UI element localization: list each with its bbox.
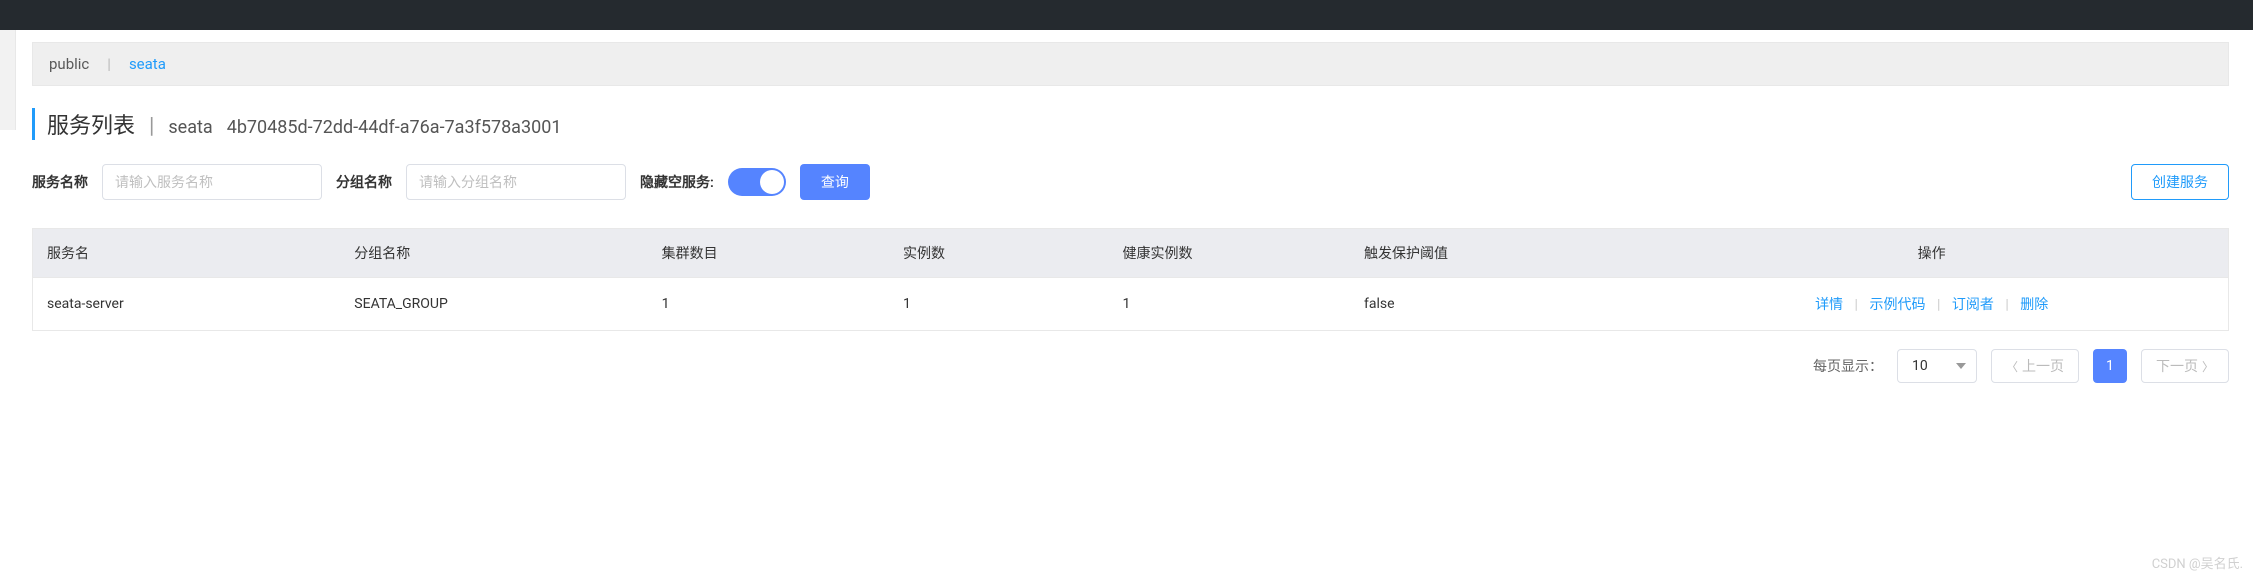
cell-group-name: SEATA_GROUP xyxy=(340,278,647,331)
col-operations: 操作 xyxy=(1635,229,2228,278)
namespace-id: 4b70485d-72dd-44df-a76a-7a3f578a3001 xyxy=(227,117,562,138)
title-separator: | xyxy=(149,114,154,139)
table-row: seata-server SEATA_GROUP 1 1 1 false 详情 … xyxy=(33,278,2228,331)
op-separator: | xyxy=(2005,297,2008,313)
cell-operations: 详情 | 示例代码 | 订阅者 | 删除 xyxy=(1635,278,2228,331)
op-separator: | xyxy=(1855,297,1858,313)
op-separator: | xyxy=(1937,297,1940,313)
namespace-tabs: public | seata xyxy=(32,42,2229,86)
hide-empty-label: 隐藏空服务: xyxy=(640,172,714,192)
next-page-button[interactable]: 下一页 〉 xyxy=(2141,349,2229,383)
cell-healthy-count: 1 xyxy=(1109,278,1350,331)
col-cluster-count: 集群数目 xyxy=(648,229,889,278)
cell-threshold: false xyxy=(1350,278,1635,331)
namespace-tab-seata[interactable]: seata xyxy=(129,55,166,73)
toggle-thumb xyxy=(760,170,784,194)
col-instance-count: 实例数 xyxy=(889,229,1109,278)
hide-empty-toggle[interactable] xyxy=(728,168,786,196)
watermark: CSDN @吴名氏. xyxy=(2152,553,2243,572)
page-number-current[interactable]: 1 xyxy=(2093,349,2127,383)
group-name-label: 分组名称 xyxy=(336,172,392,192)
page-size-label: 每页显示： xyxy=(1813,356,1883,376)
search-form: 服务名称 分组名称 隐藏空服务: 查询 创建服务 xyxy=(32,164,2229,200)
page-title: 服务列表 xyxy=(47,108,135,140)
col-service-name: 服务名 xyxy=(33,229,340,278)
pagination: 每页显示： 10 〈 上一页 1 下一页 〉 xyxy=(32,349,2229,383)
query-button[interactable]: 查询 xyxy=(800,164,870,200)
col-group-name: 分组名称 xyxy=(340,229,647,278)
service-name-label: 服务名称 xyxy=(32,172,88,192)
op-detail-link[interactable]: 详情 xyxy=(1815,297,1843,313)
table-header-row: 服务名 分组名称 集群数目 实例数 健康实例数 触发保护阈值 操作 xyxy=(33,229,2228,278)
op-sample-link[interactable]: 示例代码 xyxy=(1869,297,1925,313)
create-service-button[interactable]: 创建服务 xyxy=(2131,164,2229,200)
prev-page-button[interactable]: 〈 上一页 xyxy=(1991,349,2079,383)
top-app-bar xyxy=(0,0,2253,30)
next-page-label: 下一页 xyxy=(2156,356,2198,376)
op-subscribers-link[interactable]: 订阅者 xyxy=(1952,297,1994,313)
chevron-left-icon: 〈 xyxy=(2006,358,2018,375)
cell-service-name: seata-server xyxy=(33,278,340,331)
col-healthy-count: 健康实例数 xyxy=(1109,229,1350,278)
cell-instance-count: 1 xyxy=(889,278,1109,331)
page-size-select[interactable]: 10 xyxy=(1897,349,1977,383)
service-table: 服务名 分组名称 集群数目 实例数 健康实例数 触发保护阈值 操作 seata-… xyxy=(32,228,2229,331)
group-name-input[interactable] xyxy=(406,164,626,200)
op-delete-link[interactable]: 删除 xyxy=(2020,297,2048,313)
page-size-value: 10 xyxy=(1912,358,1928,374)
cell-cluster-count: 1 xyxy=(648,278,889,331)
service-name-input[interactable] xyxy=(102,164,322,200)
prev-page-label: 上一页 xyxy=(2022,356,2064,376)
namespace-tab-public[interactable]: public xyxy=(49,55,89,73)
page-header: 服务列表 | seata 4b70485d-72dd-44df-a76a-7a3… xyxy=(32,108,2229,140)
col-threshold: 触发保护阈值 xyxy=(1350,229,1635,278)
namespace-tab-separator: | xyxy=(107,55,111,73)
left-nav-sliver xyxy=(0,30,16,130)
chevron-right-icon: 〉 xyxy=(2202,358,2214,375)
namespace-name: seata xyxy=(168,117,212,138)
